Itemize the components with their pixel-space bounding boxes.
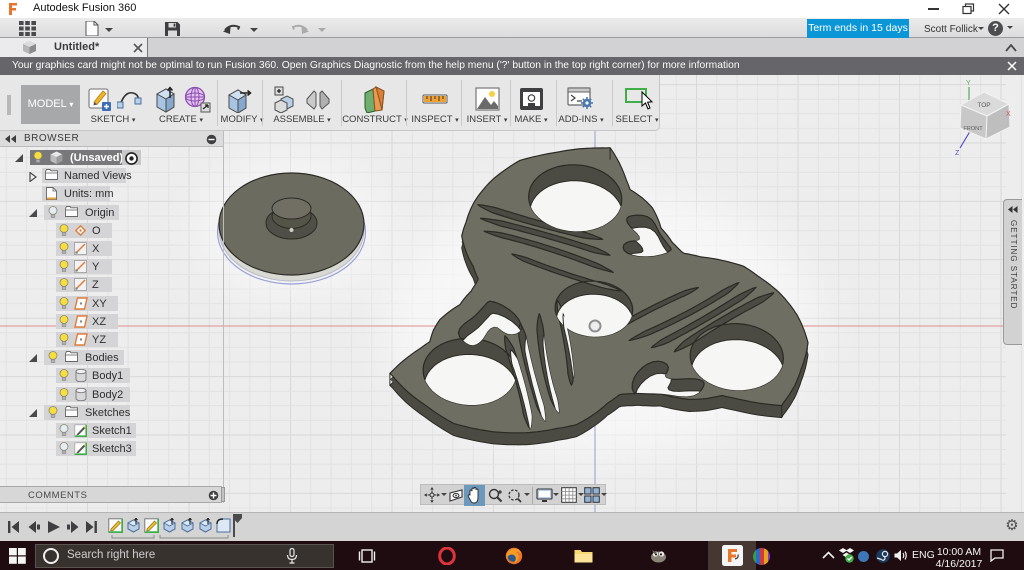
svg-text:TOP: TOP [977, 102, 990, 109]
svg-text:Y: Y [966, 80, 971, 87]
svg-text:FRONT: FRONT [963, 126, 983, 132]
svg-text:Z: Z [955, 150, 960, 157]
svg-text:X: X [1006, 111, 1011, 118]
